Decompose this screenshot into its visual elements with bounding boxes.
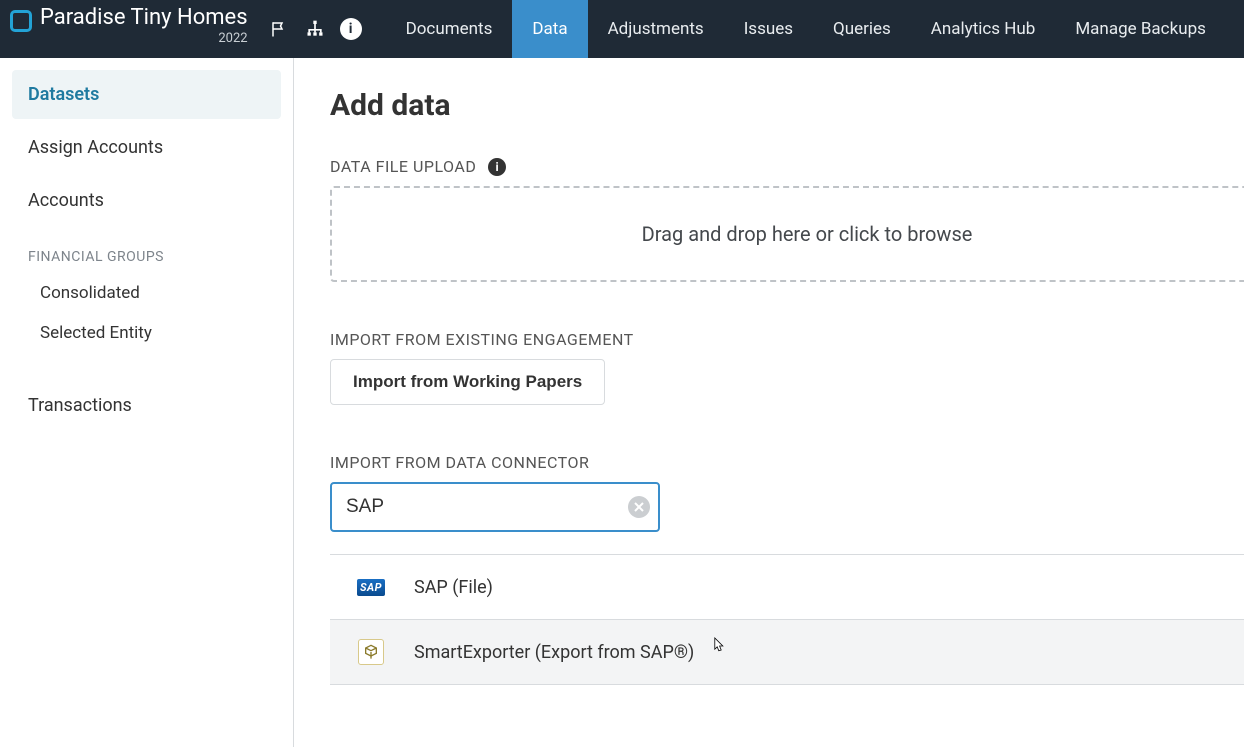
topbar: Paradise Tiny Homes 2022 i Documents Dat…	[0, 0, 1244, 58]
result-label: SAP (File)	[414, 577, 493, 598]
engagement-section-label: IMPORT FROM EXISTING ENGAGEMENT	[330, 330, 1244, 349]
nav-data[interactable]: Data	[512, 0, 587, 58]
brand-title: Paradise Tiny Homes	[40, 6, 248, 30]
brand-text: Paradise Tiny Homes 2022	[40, 6, 248, 46]
mouse-cursor-icon	[710, 636, 726, 656]
brand-year: 2022	[218, 32, 247, 46]
connector-section-label: IMPORT FROM DATA CONNECTOR	[330, 453, 1244, 472]
page-title: Add data	[330, 88, 1244, 123]
connector-label-text: IMPORT FROM DATA CONNECTOR	[330, 453, 589, 472]
connector-result-smartexporter[interactable]: SmartExporter (Export from SAP®)	[330, 620, 1244, 685]
sidebar-item-accounts[interactable]: Accounts	[12, 176, 281, 225]
file-dropzone[interactable]: Drag and drop here or click to browse	[330, 186, 1244, 282]
dropzone-text: Drag and drop here or click to browse	[642, 222, 973, 246]
nav-queries[interactable]: Queries	[813, 0, 911, 58]
engagement-label-text: IMPORT FROM EXISTING ENGAGEMENT	[330, 330, 634, 349]
sidebar: Datasets Assign Accounts Accounts FINANC…	[0, 58, 294, 747]
layout: Datasets Assign Accounts Accounts FINANC…	[0, 58, 1244, 747]
connector-result-sap-file[interactable]: SAP SAP (File)	[330, 555, 1244, 620]
sidebar-item-datasets[interactable]: Datasets	[12, 70, 281, 119]
top-nav: Documents Data Adjustments Issues Querie…	[386, 0, 1226, 58]
brand-block[interactable]: Paradise Tiny Homes 2022	[0, 0, 262, 58]
sidebar-item-transactions[interactable]: Transactions	[12, 379, 281, 426]
main-content: Add data DATA FILE UPLOAD i Drag and dro…	[294, 58, 1244, 747]
info-icon[interactable]: i	[340, 18, 362, 40]
nav-adjustments[interactable]: Adjustments	[588, 0, 724, 58]
clear-search-icon[interactable]	[628, 496, 650, 518]
nav-documents[interactable]: Documents	[386, 0, 513, 58]
info-icon[interactable]: i	[488, 158, 506, 176]
sidebar-item-consolidated[interactable]: Consolidated	[12, 273, 281, 313]
connector-search-wrap	[330, 482, 660, 532]
sidebar-item-assign-accounts[interactable]: Assign Accounts	[12, 123, 281, 172]
connector-search-input[interactable]	[330, 482, 660, 532]
sidebar-item-selected-entity[interactable]: Selected Entity	[12, 313, 281, 353]
sap-logo-icon: SAP	[356, 573, 386, 601]
upload-section-label: DATA FILE UPLOAD i	[330, 157, 1244, 176]
result-label: SmartExporter (Export from SAP®)	[414, 642, 694, 663]
connector-results: SAP SAP (File) SmartExporter (Export fro…	[330, 554, 1244, 685]
header-icon-group: i	[262, 0, 386, 58]
flag-icon[interactable]	[268, 18, 290, 40]
hierarchy-icon[interactable]	[304, 18, 326, 40]
sidebar-group-header: FINANCIAL GROUPS	[12, 229, 281, 273]
upload-label-text: DATA FILE UPLOAD	[330, 157, 476, 176]
nav-manage-backups[interactable]: Manage Backups	[1055, 0, 1226, 58]
nav-issues[interactable]: Issues	[724, 0, 813, 58]
import-working-papers-button[interactable]: Import from Working Papers	[330, 359, 605, 405]
app-logo-icon	[10, 10, 32, 32]
smartexporter-cube-icon	[356, 638, 386, 666]
nav-analytics-hub[interactable]: Analytics Hub	[911, 0, 1056, 58]
